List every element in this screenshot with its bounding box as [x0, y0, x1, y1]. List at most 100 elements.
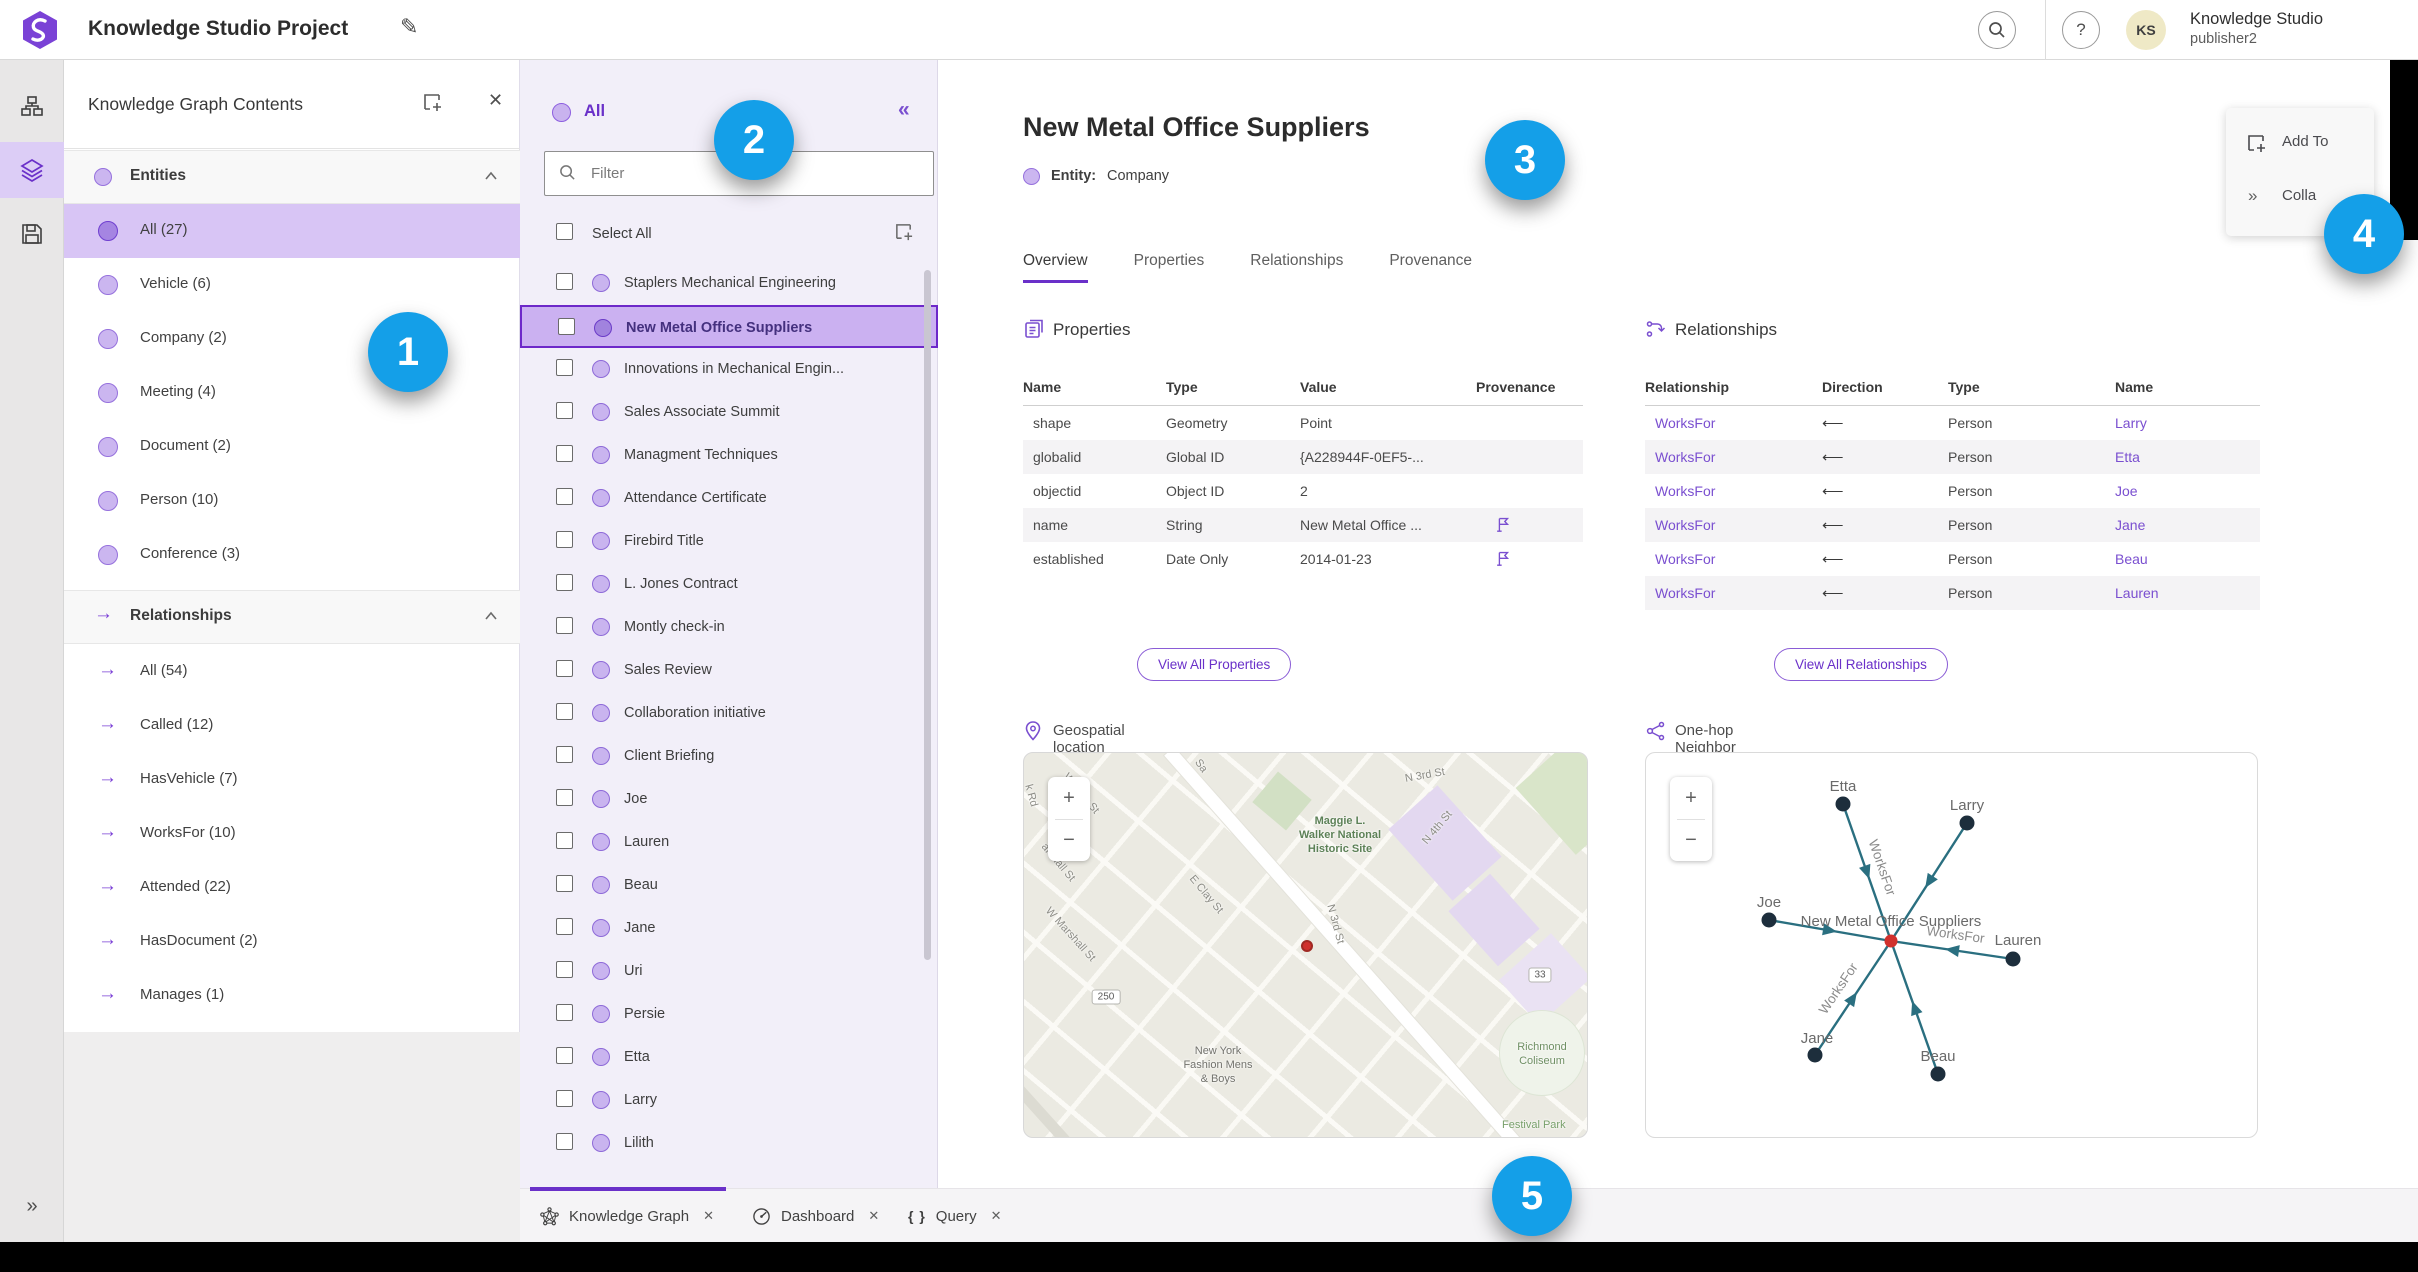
relationship-link[interactable]: WorksFor: [1645, 585, 1822, 601]
checkbox[interactable]: [556, 703, 573, 720]
checkbox[interactable]: [556, 1133, 573, 1150]
checkbox[interactable]: [556, 402, 573, 419]
entities-section-header[interactable]: Entities: [64, 150, 520, 204]
zoom-out-button[interactable]: −: [1670, 819, 1712, 861]
relationship-link[interactable]: WorksFor: [1645, 483, 1822, 499]
map[interactable]: k RdW Clay StSaN 3rd StN 4th StMaggie L.…: [1023, 752, 1588, 1138]
relationship-type-item[interactable]: → Attended (22): [64, 861, 520, 915]
entity-type-item[interactable]: All (27): [64, 204, 520, 258]
list-item[interactable]: Montly check-in: [520, 606, 938, 649]
list-item[interactable]: Client Briefing: [520, 735, 938, 778]
list-item[interactable]: L. Jones Contract: [520, 563, 938, 606]
checkbox[interactable]: [556, 961, 573, 978]
related-entity-link[interactable]: Larry: [2115, 415, 2260, 431]
add-to-menu-item[interactable]: Add To: [2226, 126, 2374, 160]
list-item[interactable]: Larry: [520, 1079, 938, 1122]
view-all-relationships-button[interactable]: View All Relationships: [1774, 648, 1948, 681]
list-item[interactable]: Persie: [520, 993, 938, 1036]
checkbox[interactable]: [558, 318, 575, 335]
entity-type-item[interactable]: Meeting (4): [64, 366, 520, 420]
checkbox[interactable]: [556, 1047, 573, 1064]
entity-type-item[interactable]: Document (2): [64, 420, 520, 474]
list-item[interactable]: Uri: [520, 950, 938, 993]
list-item[interactable]: Jane: [520, 907, 938, 950]
expand-rail-button[interactable]: »: [0, 1195, 64, 1218]
list-item[interactable]: Collaboration initiative: [520, 692, 938, 735]
checkbox[interactable]: [556, 359, 573, 376]
relationship-type-item[interactable]: → WorksFor (10): [64, 807, 520, 861]
checkbox[interactable]: [556, 1090, 573, 1107]
avatar[interactable]: KS: [2126, 10, 2166, 50]
related-entity-link[interactable]: Jane: [2115, 517, 2260, 533]
list-item[interactable]: Sales Associate Summit: [520, 391, 938, 434]
entity-type-item[interactable]: Vehicle (6): [64, 258, 520, 312]
user-info[interactable]: Knowledge Studio publisher2: [2190, 9, 2323, 48]
checkbox[interactable]: [556, 918, 573, 935]
checkbox[interactable]: [556, 746, 573, 763]
zoom-out-button[interactable]: −: [1048, 819, 1090, 861]
layers-rail-button[interactable]: [0, 142, 64, 198]
related-entity-link[interactable]: Etta: [2115, 449, 2260, 465]
one-hop-link-chart[interactable]: Etta Larry Joe Lauren Jane Beau New Metal Offi…: [1645, 752, 2258, 1138]
tab-dashboard[interactable]: Dashboard ✕: [752, 1189, 879, 1242]
edit-title-icon[interactable]: ✎: [400, 14, 418, 40]
related-entity-link[interactable]: Beau: [2115, 551, 2260, 567]
related-entity-link[interactable]: Joe: [2115, 483, 2260, 499]
add-to-new-icon[interactable]: [422, 92, 443, 113]
list-item[interactable]: Lauren: [520, 821, 938, 864]
tab-knowledge-graph[interactable]: Knowledge Graph ✕: [540, 1189, 714, 1242]
checkbox[interactable]: [556, 574, 573, 591]
checkbox[interactable]: [556, 273, 573, 290]
relationship-type-item[interactable]: → Called (12): [64, 699, 520, 753]
save-rail-button[interactable]: [0, 206, 64, 262]
entity-type-item[interactable]: Conference (3): [64, 528, 520, 582]
related-entity-link[interactable]: Lauren: [2115, 585, 2260, 601]
relationship-link[interactable]: WorksFor: [1645, 415, 1822, 431]
list-item[interactable]: Beau: [520, 864, 938, 907]
close-tab-icon[interactable]: ✕: [868, 1208, 879, 1224]
list-item[interactable]: Firebird Title: [520, 520, 938, 563]
entity-type-item[interactable]: Company (2): [64, 312, 520, 366]
relationship-link[interactable]: WorksFor: [1645, 449, 1822, 465]
checkbox[interactable]: [556, 1004, 573, 1021]
search-button[interactable]: [1978, 11, 2016, 49]
checkbox[interactable]: [556, 789, 573, 806]
view-all-properties-button[interactable]: View All Properties: [1137, 648, 1292, 681]
list-item[interactable]: Joe: [520, 778, 938, 821]
list-item[interactable]: Lilith: [520, 1122, 938, 1165]
list-item[interactable]: Sales Review: [520, 649, 938, 692]
collapse-panel-icon[interactable]: «: [898, 98, 910, 122]
provenance-flag-icon[interactable]: [1494, 515, 1512, 533]
checkbox[interactable]: [556, 488, 573, 505]
list-item[interactable]: Managment Techniques: [520, 434, 938, 477]
add-to-new-icon[interactable]: [894, 222, 914, 242]
tab-query[interactable]: { } Query ✕: [908, 1189, 1002, 1242]
close-tab-icon[interactable]: ✕: [991, 1208, 1002, 1224]
zoom-in-button[interactable]: +: [1048, 777, 1090, 819]
list-item[interactable]: Innovations in Mechanical Engin...: [520, 348, 938, 391]
close-tab-icon[interactable]: ✕: [703, 1208, 714, 1224]
checkbox[interactable]: [556, 832, 573, 849]
relationship-type-item[interactable]: → All (54): [64, 645, 520, 699]
chevron-up-icon[interactable]: [484, 611, 498, 621]
list-item[interactable]: New Metal Office Suppliers: [520, 305, 938, 348]
zoom-in-button[interactable]: +: [1670, 777, 1712, 819]
detail-tab[interactable]: Overview: [1023, 252, 1088, 283]
list-item[interactable]: Staplers Mechanical Engineering: [520, 262, 938, 305]
checkbox[interactable]: [556, 617, 573, 634]
detail-tab[interactable]: Provenance: [1389, 252, 1472, 283]
entity-type-item[interactable]: Person (10): [64, 474, 520, 528]
relationship-type-item[interactable]: → HasVehicle (7): [64, 753, 520, 807]
list-item[interactable]: Etta: [520, 1036, 938, 1079]
checkbox[interactable]: [556, 660, 573, 677]
checkbox[interactable]: [556, 875, 573, 892]
relationship-type-item[interactable]: → HasDocument (2): [64, 915, 520, 969]
select-all-checkbox[interactable]: [556, 223, 573, 240]
help-button[interactable]: ?: [2062, 11, 2100, 49]
list-item[interactable]: Attendance Certificate: [520, 477, 938, 520]
provenance-flag-icon[interactable]: [1494, 549, 1512, 567]
relationship-link[interactable]: WorksFor: [1645, 551, 1822, 567]
chevron-up-icon[interactable]: [484, 171, 498, 181]
relationships-section-header[interactable]: → Relationships: [64, 590, 520, 644]
link-chart-rail-button[interactable]: [0, 78, 64, 134]
